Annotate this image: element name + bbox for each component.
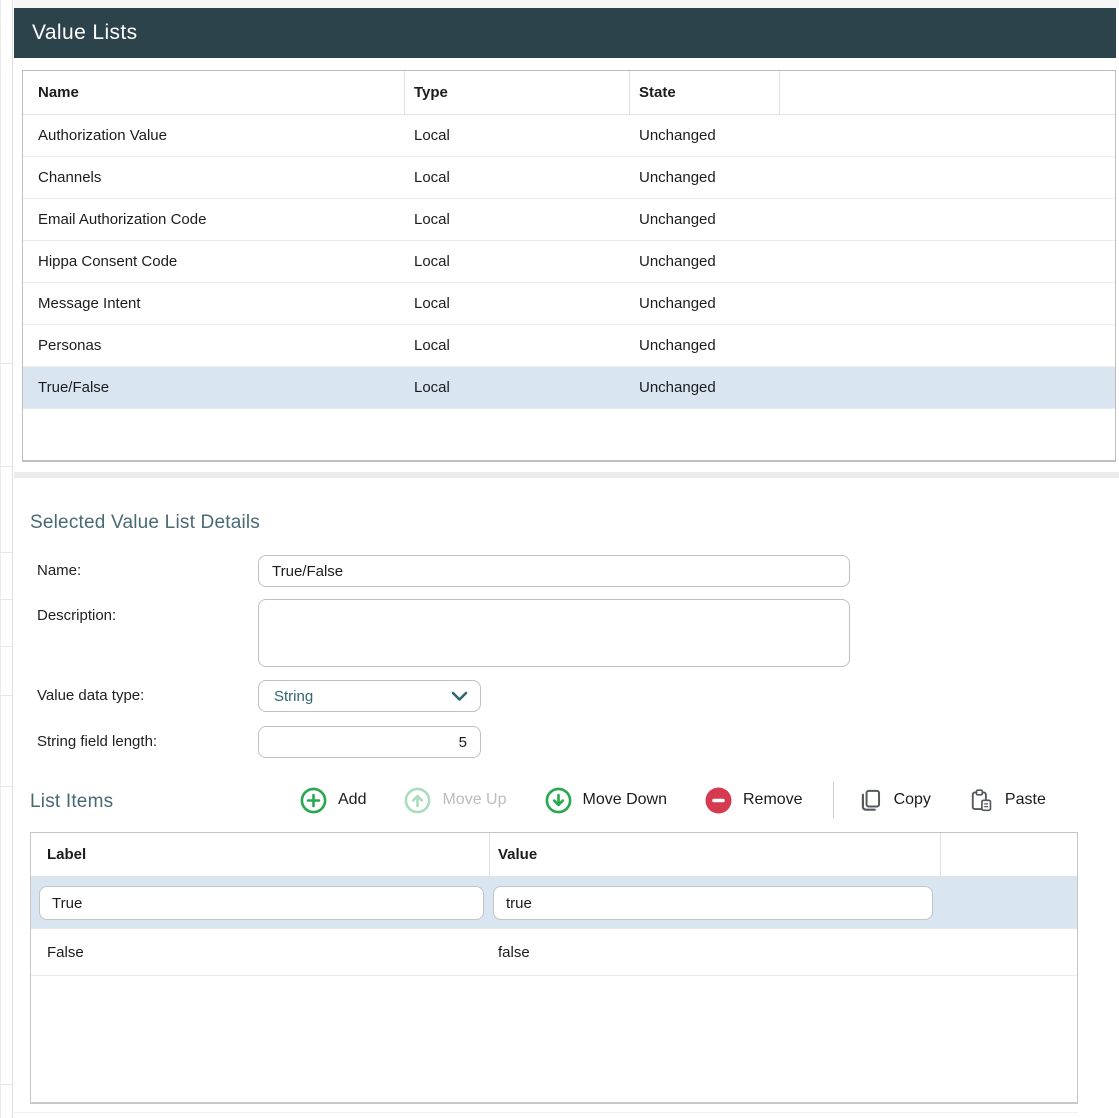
string-field-length-field[interactable] — [258, 726, 481, 758]
value-lists-table: Name Type State Authorization Value Loca… — [22, 70, 1116, 462]
list-item-row[interactable]: False false — [31, 929, 1077, 976]
list-items-table: Label Value False false — [30, 832, 1078, 1104]
cell-label: False — [31, 944, 489, 961]
paste-button[interactable]: Paste — [969, 788, 1046, 813]
move-down-button[interactable]: Move Down — [545, 787, 667, 814]
column-separator — [940, 833, 941, 877]
cell-type: Local — [414, 169, 639, 186]
move-up-button[interactable]: Move Up — [404, 787, 506, 814]
left-gutter-tick — [0, 786, 12, 787]
value-list-row[interactable]: Message Intent Local Unchanged — [23, 283, 1115, 325]
left-gutter-tick — [0, 599, 12, 600]
list-item-value-field[interactable] — [493, 886, 933, 920]
toolbar-divider — [833, 782, 834, 818]
description-field[interactable] — [258, 599, 850, 667]
list-items-toolbar: Add Move Up Move Down Remove Copy — [300, 780, 1084, 820]
value-lists-window: Value Lists Name Type State Authorizatio… — [0, 0, 1119, 1118]
left-gutter-tick — [0, 695, 12, 696]
value-data-type-select[interactable]: String — [258, 680, 481, 712]
cell-name: Email Authorization Code — [23, 211, 414, 228]
left-gutter-tick — [0, 552, 12, 553]
top-strip — [14, 0, 1119, 8]
cell-type: Local — [414, 253, 639, 270]
left-gutter-tick — [0, 363, 12, 364]
description-label: Description: — [37, 607, 116, 624]
cell-type: Local — [414, 211, 639, 228]
move-down-button-label: Move Down — [583, 791, 667, 809]
add-icon — [300, 787, 327, 814]
section-divider — [14, 472, 1119, 478]
paste-button-label: Paste — [1005, 791, 1046, 809]
name-field[interactable] — [258, 555, 850, 587]
value-data-type-selected-value: String — [259, 688, 451, 705]
move-up-icon — [404, 787, 431, 814]
cell-state: Unchanged — [639, 253, 1115, 270]
cell-state: Unchanged — [639, 295, 1115, 312]
left-gutter-tick — [0, 466, 12, 467]
cell-name: Authorization Value — [23, 127, 414, 144]
list-item-label-field[interactable] — [39, 886, 484, 920]
bottom-edge-line — [14, 1112, 1078, 1113]
cell-name: True/False — [23, 379, 414, 396]
move-down-icon — [545, 787, 572, 814]
list-items-heading: List Items — [30, 791, 113, 813]
value-lists-table-body: Authorization Value Local Unchanged Chan… — [23, 115, 1115, 409]
left-gutter-tick — [0, 1084, 12, 1085]
left-gutter-line — [12, 0, 13, 1118]
remove-icon — [705, 787, 732, 814]
string-field-length-label: String field length: — [37, 733, 157, 750]
value-list-row[interactable]: Channels Local Unchanged — [23, 157, 1115, 199]
value-list-row[interactable]: True/False Local Unchanged — [23, 367, 1115, 409]
cell-state: Unchanged — [639, 337, 1115, 354]
left-gutter-line — [0, 0, 1, 1118]
move-up-button-label: Move Up — [442, 791, 506, 809]
cell-name: Channels — [23, 169, 414, 186]
name-label: Name: — [37, 562, 81, 579]
column-header-type: Type — [414, 84, 639, 101]
list-items-table-body: False false — [31, 877, 1077, 976]
column-header-label: Label — [31, 846, 489, 863]
cell-value: false — [489, 944, 940, 961]
paste-icon — [969, 788, 994, 813]
cell-state: Unchanged — [639, 127, 1115, 144]
cell-name: Hippa Consent Code — [23, 253, 414, 270]
add-button-label: Add — [338, 791, 366, 809]
column-header-state: State — [639, 84, 1115, 101]
remove-button[interactable]: Remove — [705, 787, 803, 814]
remove-button-label: Remove — [743, 791, 803, 809]
cell-state: Unchanged — [639, 211, 1115, 228]
column-separator — [404, 71, 405, 115]
column-separator — [489, 833, 490, 877]
value-list-row[interactable]: Personas Local Unchanged — [23, 325, 1115, 367]
page-title: Value Lists — [14, 21, 138, 45]
value-list-row[interactable]: Email Authorization Code Local Unchanged — [23, 199, 1115, 241]
copy-button-label: Copy — [894, 791, 931, 809]
copy-icon — [858, 788, 883, 813]
details-heading: Selected Value List Details — [30, 512, 260, 534]
column-separator — [779, 71, 780, 115]
list-item-row-selected[interactable] — [31, 877, 1077, 929]
add-button[interactable]: Add — [300, 787, 366, 814]
cell-state: Unchanged — [639, 379, 1115, 396]
value-list-row[interactable]: Hippa Consent Code Local Unchanged — [23, 241, 1115, 283]
copy-button[interactable]: Copy — [858, 788, 931, 813]
cell-name: Message Intent — [23, 295, 414, 312]
column-header-name: Name — [23, 84, 414, 101]
chevron-down-icon — [451, 691, 468, 702]
cell-type: Local — [414, 337, 639, 354]
value-data-type-label: Value data type: — [37, 687, 144, 704]
cell-state: Unchanged — [639, 169, 1115, 186]
cell-type: Local — [414, 379, 639, 396]
panel-title-bar: Value Lists — [14, 8, 1116, 58]
column-separator — [629, 71, 630, 115]
cell-name: Personas — [23, 337, 414, 354]
value-lists-table-header: Name Type State — [23, 71, 1115, 115]
value-list-row[interactable]: Authorization Value Local Unchanged — [23, 115, 1115, 157]
column-header-value: Value — [489, 846, 940, 863]
cell-type: Local — [414, 295, 639, 312]
left-gutter-tick — [0, 646, 12, 647]
list-items-table-header: Label Value — [31, 833, 1077, 877]
cell-type: Local — [414, 127, 639, 144]
